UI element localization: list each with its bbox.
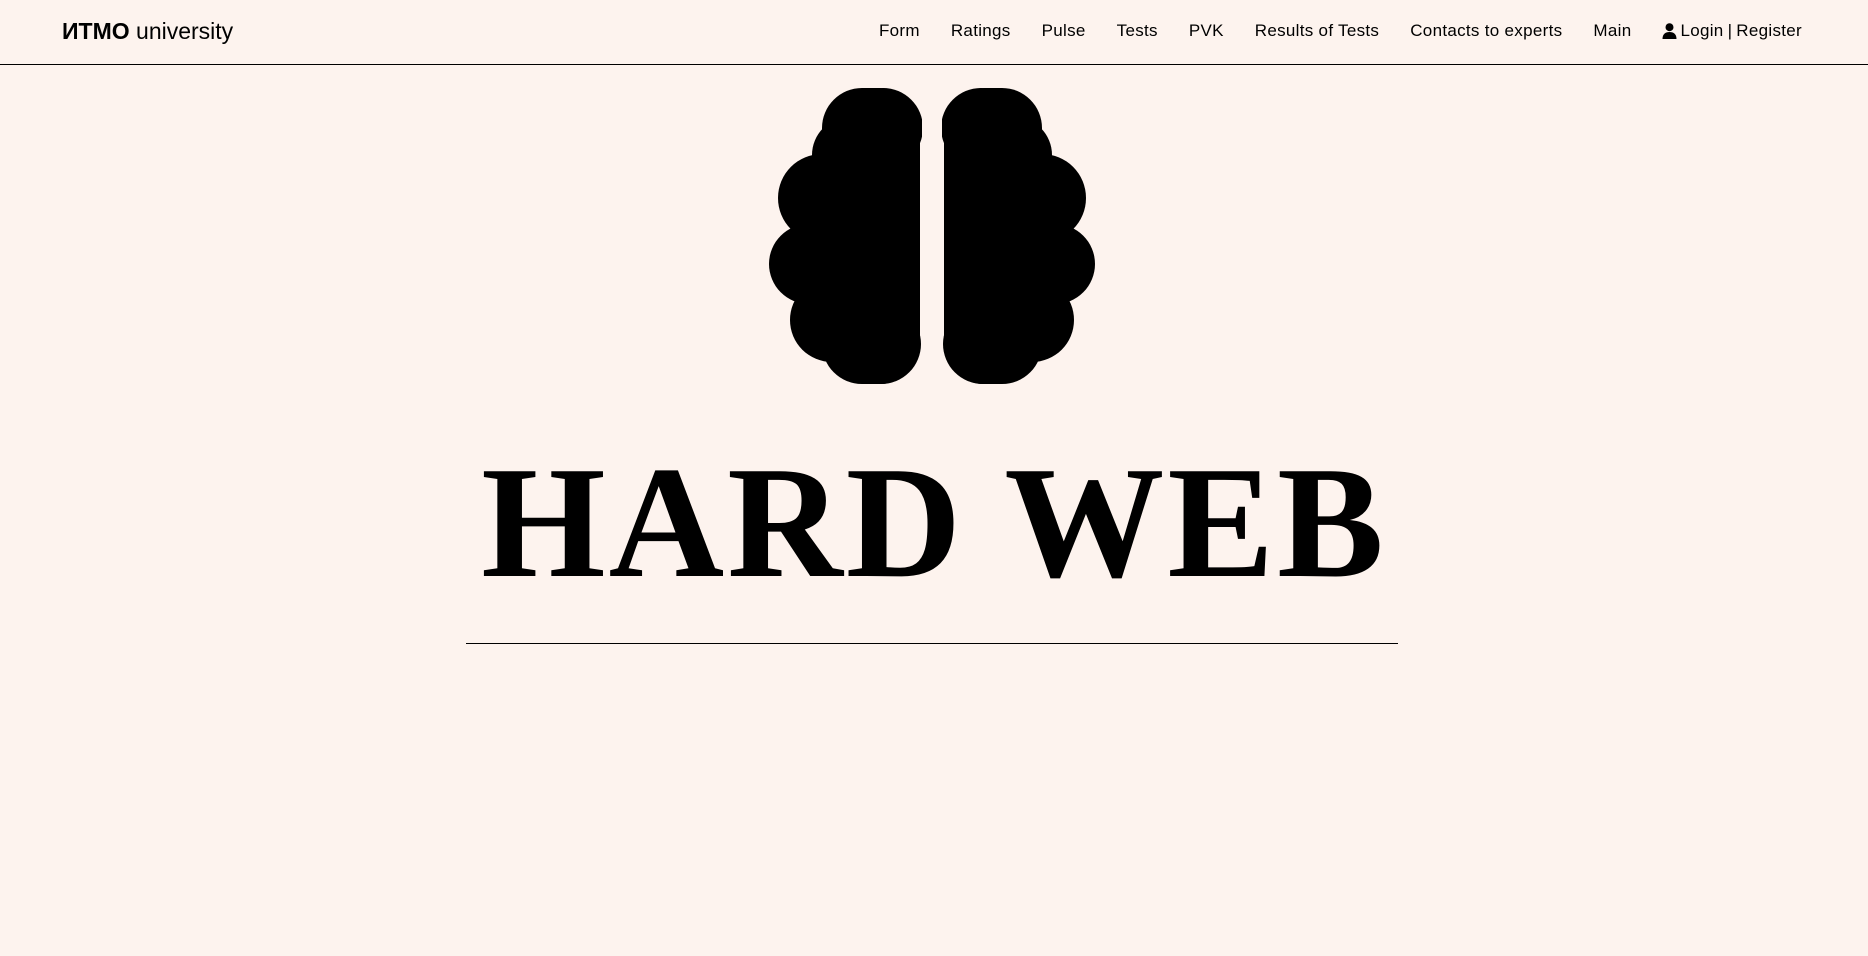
nav-link-form[interactable]: Form <box>879 20 920 42</box>
user-icon <box>1662 23 1677 39</box>
nav-link-pulse[interactable]: Pulse <box>1042 20 1086 42</box>
hero-title: HARD WEB <box>481 433 1387 611</box>
nav-link-contacts-to-experts[interactable]: Contacts to experts <box>1410 20 1562 42</box>
brand-light-text: university <box>136 18 234 44</box>
auth-separator: | <box>1727 21 1733 40</box>
brain-icon <box>769 84 1095 386</box>
brand-bold-text: ИТМО <box>62 18 130 44</box>
nav-link-main[interactable]: Main <box>1593 20 1631 42</box>
nav-link-results-of-tests[interactable]: Results of Tests <box>1255 20 1379 42</box>
register-link[interactable]: Register <box>1736 20 1802 42</box>
nav-link-ratings[interactable]: Ratings <box>951 20 1011 42</box>
nav-links: Form Ratings Pulse Tests PVK Results of … <box>848 20 1802 42</box>
brand-logo[interactable]: ИТМО university <box>62 17 233 45</box>
login-link[interactable]: Login <box>1680 20 1723 42</box>
nav-link-pvk[interactable]: PVK <box>1189 20 1224 42</box>
top-navbar: ИТМО university Form Ratings Pulse Tests… <box>0 0 1868 65</box>
nav-link-tests[interactable]: Tests <box>1117 20 1158 42</box>
auth-links: Login | Register <box>1662 20 1802 42</box>
hero-divider <box>466 643 1398 644</box>
